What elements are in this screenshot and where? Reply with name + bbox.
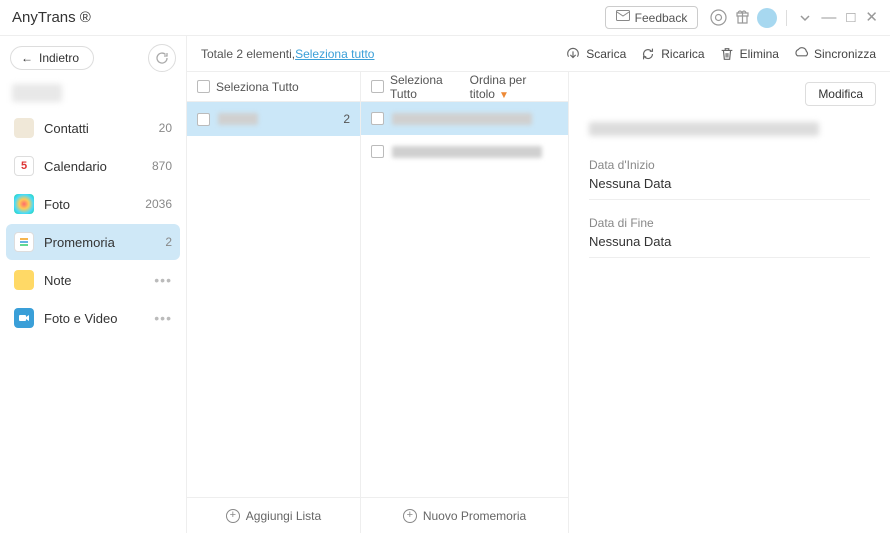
minimize-icon[interactable]: — — [821, 10, 836, 25]
chevron-down-icon[interactable] — [796, 9, 814, 27]
modify-button[interactable]: Modifica — [805, 82, 876, 106]
sidebar: ← Indietro Contatti 20 5 Calendario 870 … — [0, 36, 187, 533]
detail-label: Data di Fine — [589, 216, 870, 230]
arrow-left-icon: ← — [21, 51, 33, 65]
sidebar-item-label: Promemoria — [44, 235, 155, 250]
titlebar: AnyTrans ® Feedback — □ ✕ — [0, 0, 890, 36]
video-icon — [14, 308, 34, 328]
footer-label: Nuovo Promemoria — [423, 509, 526, 523]
reminders-column: Seleziona Tutto Ordina per titolo▼ — [361, 72, 569, 533]
select-all-checkbox[interactable] — [197, 80, 210, 93]
sidebar-item-label: Foto — [44, 197, 135, 212]
caret-down-icon: ▼ — [499, 90, 509, 101]
device-name-blurred — [12, 84, 62, 102]
sidebar-item-calendar[interactable]: 5 Calendario 870 — [6, 148, 180, 184]
reminder-row[interactable] — [361, 102, 568, 135]
button-label: Scarica — [586, 47, 626, 61]
avatar-icon[interactable] — [757, 8, 777, 28]
total-text: Totale 2 elementi, — [201, 47, 295, 61]
new-reminder-button[interactable]: + Nuovo Promemoria — [361, 497, 568, 533]
close-icon[interactable]: ✕ — [865, 10, 878, 25]
detail-column: Modifica Data d'Inizio Nessuna Data Data… — [569, 72, 890, 533]
mail-icon — [616, 10, 630, 25]
sidebar-item-label: Calendario — [44, 159, 142, 174]
reminders-icon — [14, 232, 34, 252]
sidebar-item-label: Contatti — [44, 121, 149, 136]
list-count: 2 — [343, 112, 350, 126]
reminder-title-blurred — [392, 113, 532, 125]
help-icon[interactable] — [709, 9, 727, 27]
sidebar-item-contacts[interactable]: Contatti 20 — [6, 110, 180, 146]
list-name-blurred — [218, 113, 258, 125]
sidebar-item-notes[interactable]: Note ••• — [6, 262, 180, 298]
button-label: Sincronizza — [814, 47, 876, 61]
delete-button[interactable]: Elimina — [719, 46, 779, 62]
feedback-label: Feedback — [635, 11, 688, 25]
sidebar-item-count: 2036 — [145, 197, 172, 211]
sidebar-item-count: 2 — [165, 235, 172, 249]
more-dots-icon: ••• — [154, 272, 172, 288]
select-all-link[interactable]: Seleziona tutto — [295, 47, 374, 61]
button-label: Ricarica — [661, 47, 704, 61]
toolbar: Totale 2 elementi, Seleziona tutto Scari… — [187, 36, 890, 72]
detail-value: Nessuna Data — [589, 176, 870, 200]
contacts-icon — [14, 118, 34, 138]
app-title: AnyTrans ® — [12, 9, 91, 26]
column-header-label: Seleziona Tutto — [216, 80, 299, 94]
feedback-button[interactable]: Feedback — [605, 6, 699, 29]
sidebar-item-video[interactable]: Foto e Video ••• — [6, 300, 180, 336]
footer-label: Aggiungi Lista — [246, 509, 321, 523]
row-checkbox[interactable] — [371, 112, 384, 125]
notes-icon — [14, 270, 34, 290]
reload-button[interactable]: Ricarica — [640, 46, 704, 62]
row-checkbox[interactable] — [197, 113, 210, 126]
sidebar-item-label: Foto e Video — [44, 311, 144, 326]
select-all-checkbox[interactable] — [371, 80, 384, 93]
back-label: Indietro — [39, 51, 79, 65]
refresh-button[interactable] — [148, 44, 176, 72]
reminder-title-blurred — [392, 146, 542, 158]
row-checkbox[interactable] — [371, 145, 384, 158]
photos-icon — [14, 194, 34, 214]
sidebar-item-count: 870 — [152, 159, 172, 173]
sidebar-item-label: Note — [44, 273, 144, 288]
sidebar-item-count: 20 — [159, 121, 172, 135]
more-dots-icon: ••• — [154, 310, 172, 326]
calendar-icon: 5 — [14, 156, 34, 176]
sort-dropdown[interactable]: Ordina per titolo▼ — [470, 73, 558, 101]
sync-button[interactable]: Sincronizza — [793, 46, 876, 62]
plus-icon: + — [403, 509, 417, 523]
column-header-label: Seleziona Tutto — [390, 73, 464, 101]
plus-icon: + — [226, 509, 240, 523]
detail-label: Data d'Inizio — [589, 158, 870, 172]
divider — [786, 10, 787, 26]
button-label: Elimina — [740, 47, 779, 61]
reminder-row[interactable] — [361, 135, 568, 168]
detail-value: Nessuna Data — [589, 234, 870, 258]
gift-icon[interactable] — [733, 9, 751, 27]
maximize-icon[interactable]: □ — [846, 10, 855, 25]
sidebar-item-photos[interactable]: Foto 2036 — [6, 186, 180, 222]
lists-column: Seleziona Tutto 2 + Aggiungi Lista — [187, 72, 361, 533]
list-row[interactable]: 2 — [187, 102, 360, 136]
back-button[interactable]: ← Indietro — [10, 46, 94, 70]
download-button[interactable]: Scarica — [565, 46, 626, 62]
sidebar-item-reminders[interactable]: Promemoria 2 — [6, 224, 180, 260]
detail-title-blurred — [589, 122, 819, 136]
add-list-button[interactable]: + Aggiungi Lista — [187, 497, 360, 533]
